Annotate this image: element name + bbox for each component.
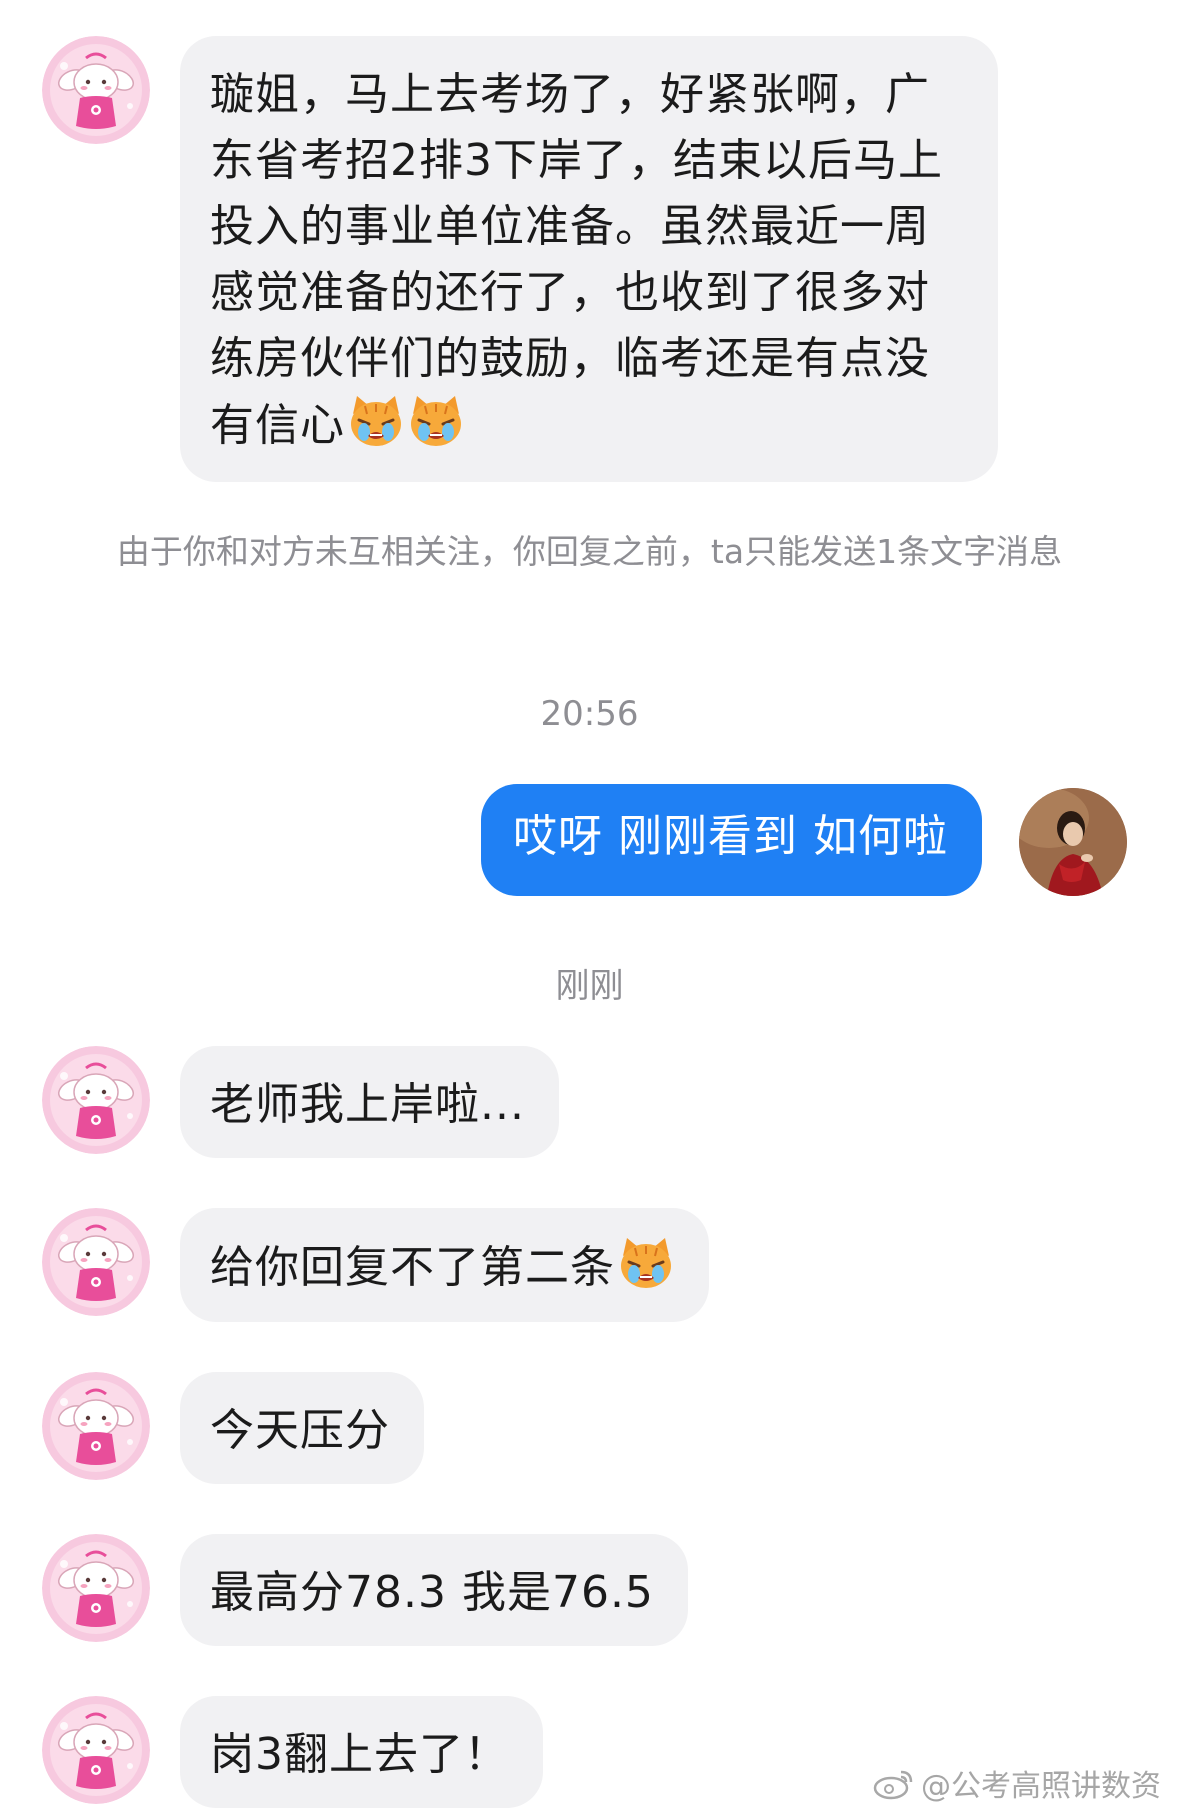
bunny-avatar-icon bbox=[42, 36, 150, 144]
message-text: 璇姐，马上去考场了，好紧张啊，广东省考招2排3下岸了，结束以后马上投入的事业单位… bbox=[210, 69, 943, 451]
user-photo-avatar-icon bbox=[1019, 788, 1127, 896]
message-text: 给你回复不了第二条 bbox=[210, 1242, 615, 1293]
message-text: 老师我上岸啦... bbox=[210, 1079, 525, 1130]
contact-avatar[interactable] bbox=[42, 1534, 150, 1642]
contact-avatar[interactable] bbox=[42, 1696, 150, 1804]
crying-cat-emoji-icon bbox=[347, 392, 405, 450]
message-text: 最高分78.3 我是76.5 bbox=[210, 1567, 654, 1618]
weibo-logo-icon bbox=[873, 1770, 913, 1800]
message-bubble-outgoing[interactable]: 哎呀 刚刚看到 如何啦 bbox=[481, 784, 982, 896]
bunny-avatar-icon bbox=[42, 1696, 150, 1804]
crying-cat-emoji-icon bbox=[617, 1234, 675, 1292]
crying-cat-emoji-icon bbox=[407, 392, 465, 450]
watermark-text: @公考高照讲数资 bbox=[921, 1769, 1161, 1804]
my-avatar[interactable] bbox=[1019, 788, 1127, 896]
timestamp: 20:56 bbox=[540, 694, 639, 734]
bunny-avatar-icon bbox=[42, 1208, 150, 1316]
message-bubble-incoming[interactable]: 今天压分 bbox=[180, 1372, 424, 1484]
message-bubble-incoming[interactable]: 给你回复不了第二条 bbox=[180, 1208, 709, 1322]
message-bubble-incoming[interactable]: 最高分78.3 我是76.5 bbox=[180, 1534, 688, 1646]
contact-avatar[interactable] bbox=[42, 1046, 150, 1154]
message-text: 岗3翻上去了！ bbox=[210, 1729, 509, 1780]
contact-avatar[interactable] bbox=[42, 1208, 150, 1316]
contact-avatar[interactable] bbox=[42, 36, 150, 144]
system-notice: 由于你和对方未互相关注，你回复之前，ta只能发送1条文字消息 bbox=[116, 532, 1063, 571]
message-bubble-incoming[interactable]: 老师我上岸啦... bbox=[180, 1046, 559, 1158]
weibo-watermark: @公考高照讲数资 bbox=[873, 1761, 1161, 1805]
contact-avatar[interactable] bbox=[42, 1372, 150, 1480]
message-text: 今天压分 bbox=[210, 1405, 390, 1456]
timestamp: 刚刚 bbox=[555, 966, 624, 1006]
bunny-avatar-icon bbox=[42, 1534, 150, 1642]
bunny-avatar-icon bbox=[42, 1372, 150, 1480]
message-text: 哎呀 刚刚看到 如何啦 bbox=[513, 811, 948, 862]
message-bubble-incoming[interactable]: 璇姐，马上去考场了，好紧张啊，广东省考招2排3下岸了，结束以后马上投入的事业单位… bbox=[180, 36, 998, 482]
message-bubble-incoming[interactable]: 岗3翻上去了！ bbox=[180, 1696, 543, 1808]
bunny-avatar-icon bbox=[42, 1046, 150, 1154]
